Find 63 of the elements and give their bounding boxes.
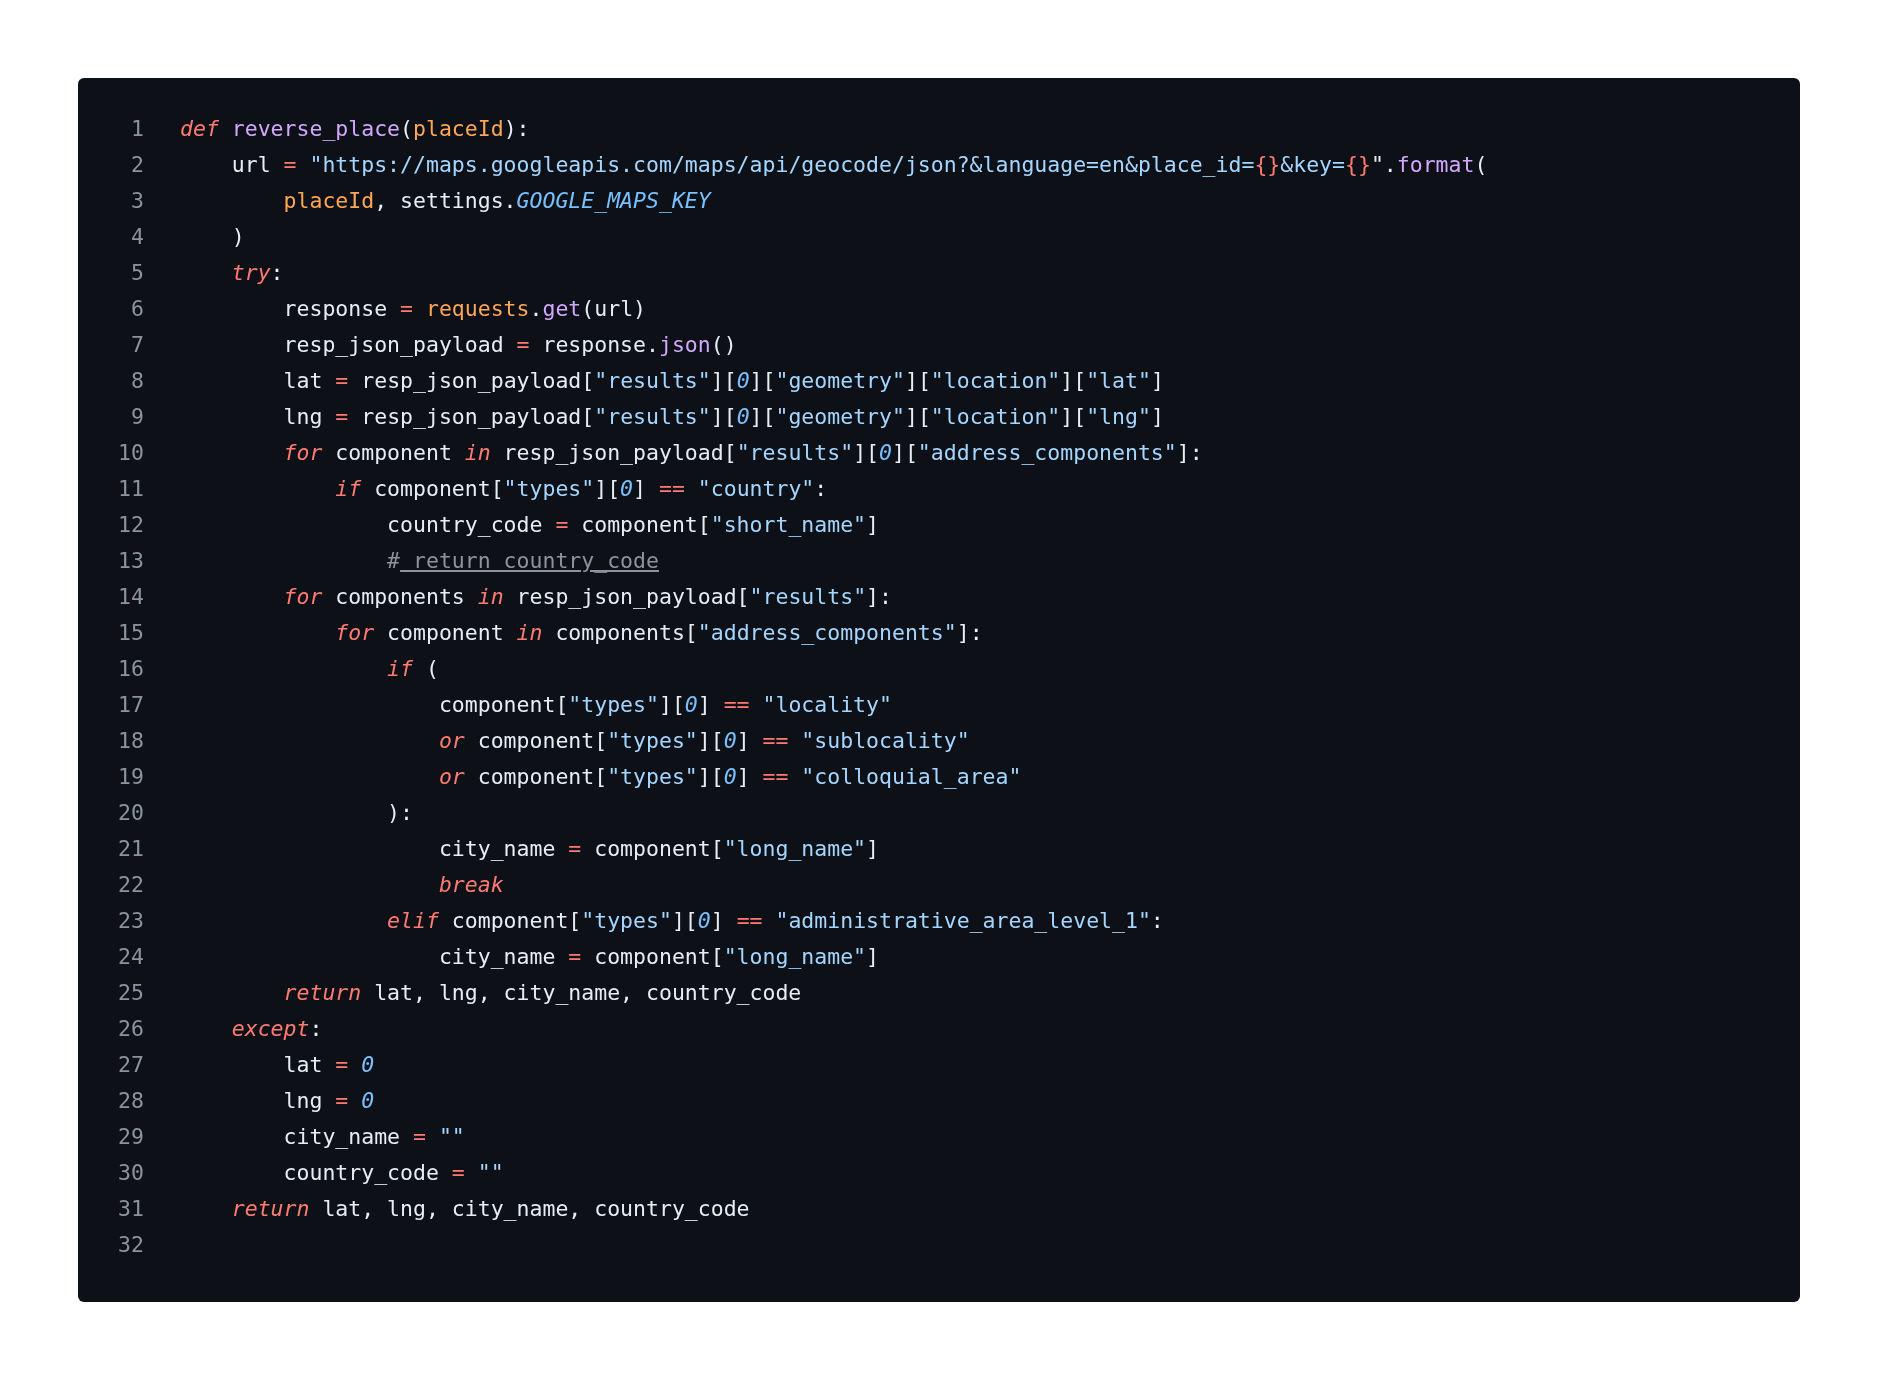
line-number: 20 (118, 799, 144, 827)
line-number: 23 (118, 907, 144, 935)
line-number: 10 (118, 439, 144, 467)
line-number: 29 (118, 1123, 144, 1151)
code-line: def reverse_place(placeId): (180, 115, 530, 143)
line-number: 22 (118, 871, 144, 899)
line-number: 30 (118, 1159, 144, 1187)
line-number: 12 (118, 511, 144, 539)
line-number: 13 (118, 547, 144, 575)
line-number: 11 (118, 475, 144, 503)
code-line: for components in resp_json_payload["results"]: (282, 583, 892, 611)
code-line: lat = 0 (282, 1051, 375, 1079)
code-line: except: (230, 1015, 323, 1043)
line-number: 8 (131, 367, 144, 395)
code-line: country_code = "" (282, 1159, 504, 1187)
line-number: 27 (118, 1051, 144, 1079)
code-line: for component in resp_json_payload["results"][0]["address_components"]: (282, 439, 1203, 467)
code-line: ): (386, 799, 413, 827)
line-number: 24 (118, 943, 144, 971)
code-line: resp_json_payload = response.json() (282, 331, 737, 359)
code-line: city_name = component["long_name"] (437, 943, 879, 971)
code-line: lng = resp_json_payload["results"][0]["geometry"]["location"]["lng"] (282, 403, 1164, 431)
line-number: 25 (118, 979, 144, 1007)
line-number: 28 (118, 1087, 144, 1115)
line-number: 14 (118, 583, 144, 611)
code-line: country_code = component["short_name"] (386, 511, 880, 539)
line-number: 3 (131, 187, 144, 215)
line-number: 2 (131, 151, 144, 179)
code-line: break (437, 871, 504, 899)
code-line: url = "https://maps.googleapis.com/maps/api/geocode/json?&language=en&place_id={}&key={}".format( (230, 151, 1488, 179)
line-number: 5 (131, 259, 144, 287)
code-line: if ( (386, 655, 439, 683)
line-number: 15 (118, 619, 144, 647)
code-line: ) (230, 223, 245, 251)
code-line: placeId, settings.GOOGLE_MAPS_KEY (282, 187, 711, 215)
line-number: 32 (118, 1231, 144, 1259)
code-line: city_name = component["long_name"] (437, 835, 879, 863)
line-number: 26 (118, 1015, 144, 1043)
code-line: component["types"][0] == "locality" (437, 691, 892, 719)
line-number: 21 (118, 835, 144, 863)
line-number: 19 (118, 763, 144, 791)
code-line: # return country_code (386, 547, 659, 575)
code-line: try: (230, 259, 284, 287)
line-number: 17 (118, 691, 144, 719)
line-number: 9 (131, 403, 144, 431)
code-line: for component in components["address_components"]: (334, 619, 983, 647)
line-number: 16 (118, 655, 144, 683)
code-line: or component["types"][0] == "sublocality" (437, 727, 970, 755)
code-line: if component["types"][0] == "country": (334, 475, 828, 503)
line-number: 6 (131, 295, 144, 323)
code-line: city_name = "" (282, 1123, 465, 1151)
code-line: return lat, lng, city_name, country_code (230, 1195, 750, 1223)
line-number: 31 (118, 1195, 144, 1223)
code-line: lat = resp_json_payload["results"][0]["geometry"]["location"]["lat"] (282, 367, 1164, 395)
line-number: 18 (118, 727, 144, 755)
line-number: 7 (131, 331, 144, 359)
code-line: lng = 0 (282, 1087, 375, 1115)
code-line: elif component["types"][0] == "administrative_area_level_1": (386, 907, 1164, 935)
code-line: return lat, lng, city_name, country_code (282, 979, 802, 1007)
line-number: 4 (131, 223, 144, 251)
code-line: or component["types"][0] == "colloquial_area" (437, 763, 1022, 791)
line-number: 1 (131, 115, 144, 143)
code-line: response = requests.get(url) (282, 295, 647, 323)
